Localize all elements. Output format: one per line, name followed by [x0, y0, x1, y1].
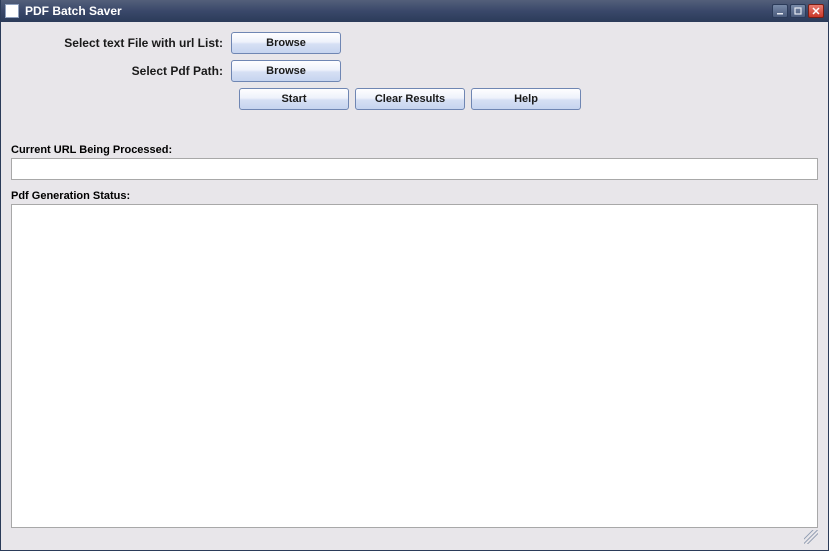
window-title: PDF Batch Saver	[25, 4, 772, 18]
generation-status-box[interactable]	[11, 204, 818, 528]
label-current-url: Current URL Being Processed:	[11, 144, 818, 156]
resize-grip-icon[interactable]	[804, 530, 818, 544]
clear-results-button[interactable]: Clear Results	[355, 88, 465, 110]
label-generation-status: Pdf Generation Status:	[11, 190, 818, 202]
app-window: PDF Batch Saver Select text File with ur…	[0, 0, 829, 551]
row-pdf-path: Select Pdf Path: Browse	[11, 60, 818, 82]
label-pdf-path: Select Pdf Path:	[11, 64, 231, 78]
help-button[interactable]: Help	[471, 88, 581, 110]
current-url-input[interactable]	[11, 158, 818, 180]
close-button[interactable]	[808, 4, 824, 18]
start-button[interactable]: Start	[239, 88, 349, 110]
content-area: Select text File with url List: Browse S…	[1, 22, 828, 550]
action-button-row: Start Clear Results Help	[239, 88, 818, 110]
title-bar[interactable]: PDF Batch Saver	[1, 0, 828, 22]
row-url-list: Select text File with url List: Browse	[11, 32, 818, 54]
minimize-button[interactable]	[772, 4, 788, 18]
maximize-button[interactable]	[790, 4, 806, 18]
browse-url-list-button[interactable]: Browse	[231, 32, 341, 54]
browse-pdf-path-button[interactable]: Browse	[231, 60, 341, 82]
window-controls	[772, 4, 824, 18]
app-icon	[5, 4, 19, 18]
label-url-list: Select text File with url List:	[11, 36, 231, 50]
